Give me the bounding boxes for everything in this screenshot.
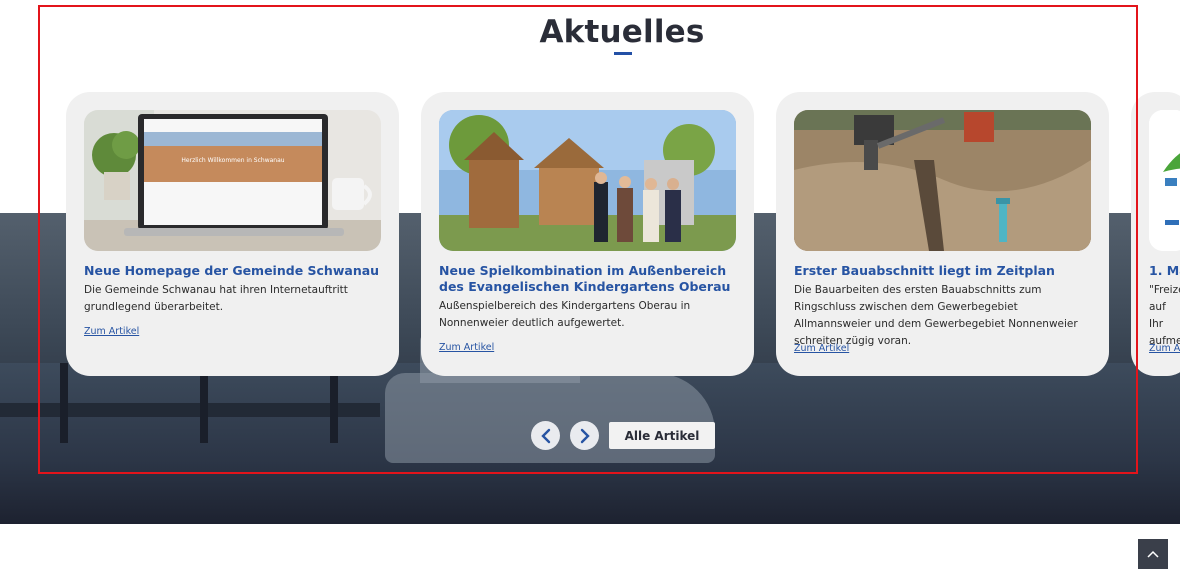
all-articles-button[interactable]: Alle Artikel: [609, 422, 715, 449]
chevron-right-icon: [580, 428, 590, 443]
news-card-title[interactable]: Neue Spielkombination im Außenbereich de…: [439, 263, 736, 295]
title-underline: [614, 52, 632, 55]
chevron-left-icon: [540, 428, 550, 443]
news-card-link[interactable]: Zum Artikel: [439, 342, 494, 353]
news-card-title[interactable]: 1. Ma: [1149, 263, 1180, 279]
news-card-text: Die Bauarbeiten des ersten Bauabschnitts…: [794, 284, 1078, 347]
scroll-to-top-button[interactable]: [1138, 539, 1168, 569]
background-post: [200, 373, 208, 443]
news-card-image[interactable]: [1149, 110, 1180, 251]
news-card[interactable]: 1. Ma "Freize auf Ihr aufme Zum Ar: [1131, 92, 1180, 376]
news-card-text: "Freize auf Ihr aufme: [1149, 284, 1180, 347]
news-card-link[interactable]: Zum Artikel: [84, 326, 139, 337]
news-card-link[interactable]: Zum Ar: [1149, 343, 1180, 354]
news-card-text: Außenspielbereich des Kindergartens Ober…: [439, 300, 691, 329]
news-card[interactable]: Neue Spielkombination im Außenbereich de…: [421, 92, 754, 376]
news-card-text: Die Gemeinde Schwanau hat ihren Internet…: [84, 284, 348, 313]
background-boat: [385, 373, 715, 463]
chevron-up-icon: [1147, 550, 1159, 558]
news-card-image[interactable]: [794, 110, 1091, 251]
news-card-image[interactable]: [439, 110, 736, 251]
news-card[interactable]: Herzlich Willkommen in Schwanau Neue Hom…: [66, 92, 399, 376]
news-card-link[interactable]: Zum Artikel: [794, 343, 849, 354]
news-card-title[interactable]: Erster Bauabschnitt liegt im Zeitplan: [794, 263, 1091, 279]
background-post: [60, 363, 68, 443]
screen-caption-text: Herzlich Willkommen in Schwanau: [181, 157, 284, 164]
carousel-prev-button[interactable]: [531, 421, 560, 450]
news-card[interactable]: Erster Bauabschnitt liegt im Zeitplan Di…: [776, 92, 1109, 376]
background-post: [330, 368, 338, 443]
news-card-image[interactable]: Herzlich Willkommen in Schwanau: [84, 110, 381, 251]
news-card-title[interactable]: Neue Homepage der Gemeinde Schwanau: [84, 263, 381, 279]
background-pier: [0, 403, 380, 417]
carousel-next-button[interactable]: [570, 421, 599, 450]
section-title: Aktuelles: [539, 14, 705, 50]
